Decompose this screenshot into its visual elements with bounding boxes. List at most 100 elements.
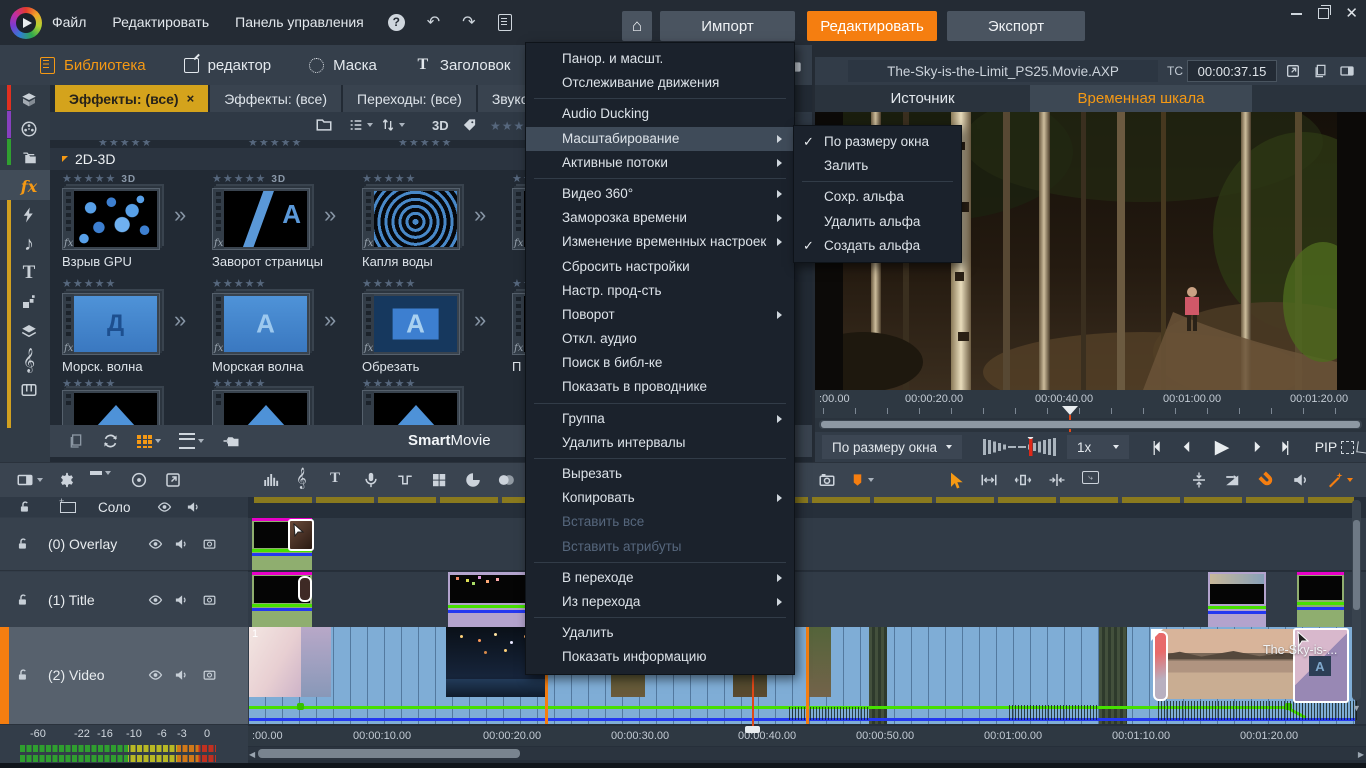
track-speaker-icon[interactable] [174,666,189,684]
scroll-left-icon[interactable]: ◀ [249,750,255,759]
disc-menu-icon[interactable] [130,471,148,489]
item-rating-stars[interactable]: ★★★★★3D [62,172,202,185]
item-rating-stars[interactable]: ★★★★★ [62,277,202,290]
snapshot-camera-icon[interactable] [818,471,836,489]
context-menu-item[interactable]: Панор. и масшт. [526,47,794,71]
add-marker-flag-icon[interactable] [850,471,874,489]
context-menu-item[interactable]: Поиск в библ-ке [526,351,794,375]
timeline-ruler[interactable]: :00.0000:00:10.0000:00:20.0000:00:30.000… [248,726,1366,746]
subproject-edit-icon[interactable] [164,471,182,489]
submenu-item[interactable]: Сохр. альфа [794,185,961,209]
item-rating-stars[interactable]: ★★★★★ [362,172,502,185]
mode-tab-mask[interactable]: Маска [309,57,377,74]
track-eye-icon[interactable] [148,666,163,684]
track-header-2video[interactable]: (2) Video [0,627,248,725]
document-icon[interactable] [498,14,512,31]
transition-ramp-icon[interactable] [1224,471,1242,489]
track-row-title[interactable] [248,572,1366,629]
export-button[interactable]: Экспорт [947,11,1085,41]
transition-clip[interactable]: A [1293,628,1349,703]
trim-mode-icon[interactable] [980,471,998,489]
track-row-overlay[interactable] [248,518,1366,571]
home-button[interactable]: ⌂ [622,11,652,41]
magic-wand-icon[interactable] [1326,471,1353,489]
close-icon[interactable]: ✕ [1345,6,1358,21]
help-icon[interactable]: ? [388,14,405,31]
smartmovie-button[interactable]: SmartMovie [408,432,491,449]
context-menu-item[interactable]: Показать информацию [526,645,794,669]
detail-view-icon[interactable] [179,433,204,449]
menu-edit[interactable]: Редактировать [110,10,211,34]
copy-window-icon[interactable] [1313,62,1328,80]
context-menu-item[interactable]: Копировать [526,486,794,510]
context-menu-item[interactable]: Показать в проводнике [526,375,794,399]
slide-tool-icon[interactable] [1048,471,1066,489]
lock-all-icon[interactable] [18,498,32,516]
import-button[interactable]: Импорт [660,11,795,41]
context-menu-item[interactable]: Сбросить настройки [526,255,794,279]
menu-file[interactable]: Файл [50,10,88,34]
scorefitter-clef-icon[interactable]: 𝄞 [15,347,43,373]
context-menu-item[interactable]: Откл. аудио [526,327,794,351]
track-speaker-icon[interactable] [174,591,189,609]
shuttle-control[interactable] [983,437,1059,457]
razor-split-icon[interactable] [1190,471,1208,489]
library-tab-1[interactable]: Эффекты: (все) [210,85,341,112]
context-menu-item[interactable]: Настр. прод-сть [526,279,794,303]
item-rating-stars[interactable]: ★★★★★ [212,277,352,290]
preview-zoom-select[interactable]: По размеру окна [822,435,962,459]
volume-keyframe-icon[interactable] [396,471,414,489]
folder-icon[interactable] [315,116,333,134]
redo-icon[interactable]: ↷ [462,12,475,32]
effect-thumbnail[interactable]: fx [362,293,460,355]
refresh-icon[interactable] [102,432,119,450]
pages-icon[interactable] [68,432,84,450]
effect-thumbnail-clipped[interactable] [212,390,310,425]
timeline-scrollbar[interactable]: ◀ ▶ [248,747,1366,760]
send-to-timeline-icon[interactable] [222,432,240,450]
track-header-0overlay[interactable]: (0) Overlay [0,518,248,571]
rating-filter-stars[interactable]: ★★★ [490,119,525,133]
track-lock-icon[interactable] [16,591,30,609]
effect-thumbnail-clipped[interactable] [362,390,460,425]
mode-tab-title[interactable]: TЗаголовок [415,57,511,74]
restore-icon[interactable] [1318,8,1329,19]
tab-source[interactable]: Источник [815,85,1030,112]
context-menu-item[interactable]: Поворот [526,303,794,327]
tab-timeline-preview[interactable]: Временная шкала [1030,85,1252,112]
soundstage-piano-icon[interactable] [15,377,43,403]
slip-tool-icon[interactable] [1014,471,1032,489]
context-menu-item[interactable]: Удалить [526,621,794,645]
solo-label[interactable]: Соло [98,500,131,515]
list-view-icon[interactable] [348,116,373,134]
layers-icon[interactable] [15,318,43,344]
overlay-clip[interactable] [252,518,312,570]
effect-thumbnail[interactable]: fx [362,188,460,250]
tag-icon[interactable] [462,116,477,134]
title-tool-icon[interactable]: T [330,470,340,487]
play-icon[interactable]: ▶ [1207,435,1237,459]
voiceover-mic-icon[interactable] [362,471,380,489]
effect-thumbnail-clipped[interactable] [62,390,160,425]
context-menu-item[interactable]: Изменение временных настроек [526,230,794,254]
context-menu-item[interactable]: Заморозка времени [526,206,794,230]
detach-preview-icon[interactable] [1285,62,1301,80]
library-tab-0[interactable]: Эффекты: (все)× [55,85,208,112]
playback-speed-select[interactable]: 1x [1067,435,1129,459]
context-menu-item[interactable]: Удалить интервалы [526,431,794,455]
undo-icon[interactable]: ↶ [427,12,440,32]
submenu-item[interactable]: Удалить альфа [794,210,961,234]
grid-view-icon[interactable] [137,435,161,448]
track-box-icon[interactable] [202,666,217,684]
transition-pill[interactable] [1153,631,1168,701]
track-eye-icon[interactable] [148,535,163,553]
customize-toolbar-icon[interactable] [16,471,43,489]
crop-icon[interactable] [1355,435,1366,459]
preview-playhead-marker[interactable] [1062,406,1078,415]
minimize-icon[interactable] [1291,13,1302,15]
context-menu-item[interactable]: Группа [526,407,794,431]
track-speaker-icon[interactable] [174,535,189,553]
multicam-icon[interactable] [430,471,448,489]
add-track-icon[interactable]: + [60,502,76,513]
go-to-end-icon[interactable]: |⏵ [1273,435,1301,459]
